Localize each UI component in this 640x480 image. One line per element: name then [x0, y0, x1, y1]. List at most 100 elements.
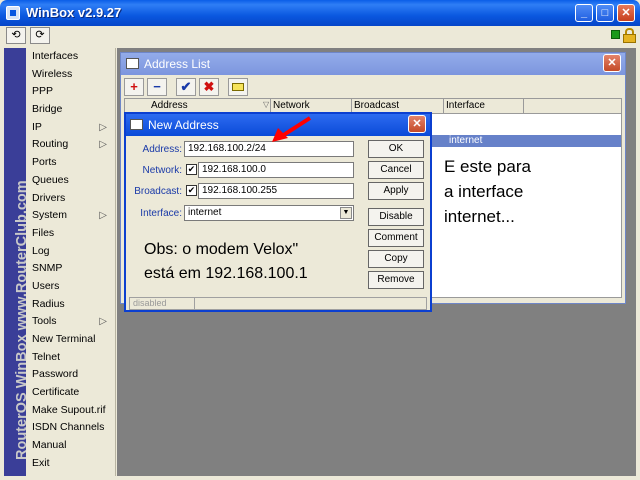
remove-address-button[interactable]: Remove — [368, 271, 424, 289]
sidebar-item-make-supout-rif[interactable]: Make Supout.rif — [26, 402, 115, 420]
comment-button[interactable] — [228, 78, 248, 96]
connection-status-icon — [611, 30, 620, 39]
note-line: internet... — [444, 207, 515, 226]
sidebar-item-label: Exit — [32, 456, 50, 469]
sidebar-item-manual[interactable]: Manual — [26, 437, 115, 455]
sidebar-item-telnet[interactable]: Telnet — [26, 349, 115, 367]
sort-icon: ▽ — [263, 100, 270, 109]
address-list-close-button[interactable]: ✕ — [603, 54, 621, 72]
disable-address-button[interactable]: Disable — [368, 208, 424, 226]
sidebar-item-label: Routing — [32, 138, 69, 151]
sidebar-item-files[interactable]: Files — [26, 225, 115, 243]
sidebar-item-queues[interactable]: Queues — [26, 172, 115, 190]
sidebar-item-new-terminal[interactable]: New Terminal — [26, 331, 115, 349]
sidebar-item-ports[interactable]: Ports — [26, 154, 115, 172]
broadcast-label: Broadcast: — [134, 186, 182, 197]
sidebar-item-label: Radius — [32, 297, 65, 310]
network-label: Network: — [142, 165, 182, 176]
network-checkbox[interactable]: ✔ — [186, 164, 197, 175]
note-line: a interface — [444, 182, 524, 201]
column-network[interactable]: Network — [273, 100, 310, 111]
disable-button[interactable]: ✖ — [199, 78, 219, 96]
broadcast-field[interactable]: 192.168.100.255 — [198, 183, 354, 199]
annotation-modem-note: Obs: o modem Velox" está em 192.168.100.… — [144, 238, 308, 286]
comment-address-button[interactable]: Comment — [368, 229, 424, 247]
sidebar-item-tools[interactable]: Tools ▷ — [26, 313, 115, 331]
address-label: Address: — [142, 144, 182, 155]
column-broadcast[interactable]: Broadcast — [354, 100, 399, 111]
sidebar-item-label: Files — [32, 226, 55, 239]
sidebar-item-interfaces[interactable]: Interfaces — [26, 48, 115, 66]
sidebar-item-label: Telnet — [32, 350, 61, 363]
sidebar-item-snmp[interactable]: SNMP — [26, 260, 115, 278]
sidebar-item-ip[interactable]: IP ▷ — [26, 119, 115, 137]
apply-button[interactable]: Apply — [368, 182, 424, 200]
sidebar-item-wireless[interactable]: Wireless — [26, 66, 115, 84]
network-field[interactable]: 192.168.100.0 — [198, 162, 354, 178]
sidebar-item-certificate[interactable]: Certificate — [26, 384, 115, 402]
red-arrow-icon — [272, 116, 312, 142]
sidebar-item-label: Password — [32, 368, 79, 381]
sidebar-item-exit[interactable]: Exit — [26, 455, 115, 473]
sidebar-item-users[interactable]: Users — [26, 278, 115, 296]
sidebar-item-label: Log — [32, 244, 50, 257]
sidebar-item-label: Interfaces — [32, 50, 79, 62]
main-toolbar: ⟲ ⟳ — [4, 26, 636, 46]
window-title: WinBox v2.9.27 — [26, 5, 122, 20]
note-line: E este para — [444, 157, 531, 176]
chevron-down-icon[interactable]: ▼ — [340, 207, 352, 219]
close-button[interactable]: ✕ — [617, 4, 635, 22]
maximize-button[interactable]: □ — [596, 4, 614, 22]
sidebar-item-label: IP — [32, 120, 42, 133]
add-button[interactable]: + — [124, 78, 144, 96]
sidebar-menu: Interfaces Wireless PPP Bridge IP ▷ Routing ▷ Po… — [26, 48, 116, 476]
row-interface-cell: internet — [449, 135, 483, 146]
annotation-interface-note: E este para a interface internet... — [444, 154, 531, 229]
column-address[interactable]: Address — [151, 100, 188, 111]
submenu-arrow-icon: ▷ — [99, 139, 107, 151]
new-address-dialog: New Address ✕ Address: 192.168.100.2/24 … — [124, 112, 432, 312]
address-list-titlebar: Address List ✕ — [121, 53, 625, 75]
sidebar-item-isdn-channels[interactable]: ISDN Channels — [26, 419, 115, 437]
undo-button[interactable]: ⟲ — [6, 27, 26, 44]
sidebar-item-routing[interactable]: Routing ▷ — [26, 136, 115, 154]
sidebar-item-label: Queues — [32, 173, 69, 186]
sidebar-item-label: Manual — [32, 439, 67, 452]
sidebar-item-label: System — [32, 209, 68, 222]
sidebar-item-label: Users — [32, 279, 60, 292]
submenu-arrow-icon: ▷ — [99, 316, 107, 328]
sidebar-item-system[interactable]: System ▷ — [26, 207, 115, 225]
new-address-title: New Address — [148, 118, 219, 132]
sidebar-item-label: SNMP — [32, 262, 63, 275]
column-interface[interactable]: Interface — [446, 100, 485, 111]
title-bar: WinBox v2.9.27 _ □ ✕ — [0, 0, 640, 26]
window-icon — [126, 58, 139, 69]
sidebar-item-radius[interactable]: Radius — [26, 296, 115, 314]
winbox-app-icon — [6, 6, 20, 20]
sidebar-item-bridge[interactable]: Bridge — [26, 101, 115, 119]
sidebar-item-label: Make Supout.rif — [32, 403, 106, 416]
sidebar-item-drivers[interactable]: Drivers — [26, 190, 115, 208]
copy-button[interactable]: Copy — [368, 250, 424, 268]
sidebar-item-label: Ports — [32, 156, 57, 169]
new-address-close-button[interactable]: ✕ — [408, 115, 426, 133]
cancel-button[interactable]: Cancel — [368, 161, 424, 179]
sidebar-item-label: ISDN Channels — [32, 421, 105, 434]
interface-select-value: internet — [188, 207, 222, 218]
enable-button[interactable]: ✔ — [176, 78, 196, 96]
minimize-button[interactable]: _ — [575, 4, 593, 22]
ok-button[interactable]: OK — [368, 140, 424, 158]
sidebar-item-ppp[interactable]: PPP — [26, 83, 115, 101]
sidebar-item-log[interactable]: Log — [26, 243, 115, 261]
sidebar-item-label: Wireless — [32, 67, 73, 80]
redo-button[interactable]: ⟳ — [30, 27, 50, 44]
sidebar-item-label: New Terminal — [32, 333, 96, 345]
window-icon — [130, 119, 143, 130]
broadcast-checkbox[interactable]: ✔ — [186, 185, 197, 196]
note-line: Obs: o modem Velox" — [144, 241, 299, 258]
interface-select[interactable]: internet ▼ — [184, 205, 354, 221]
submenu-arrow-icon: ▷ — [99, 210, 107, 222]
sidebar-item-password[interactable]: Password — [26, 366, 115, 384]
remove-button[interactable]: − — [147, 78, 167, 96]
comment-icon — [232, 83, 244, 91]
